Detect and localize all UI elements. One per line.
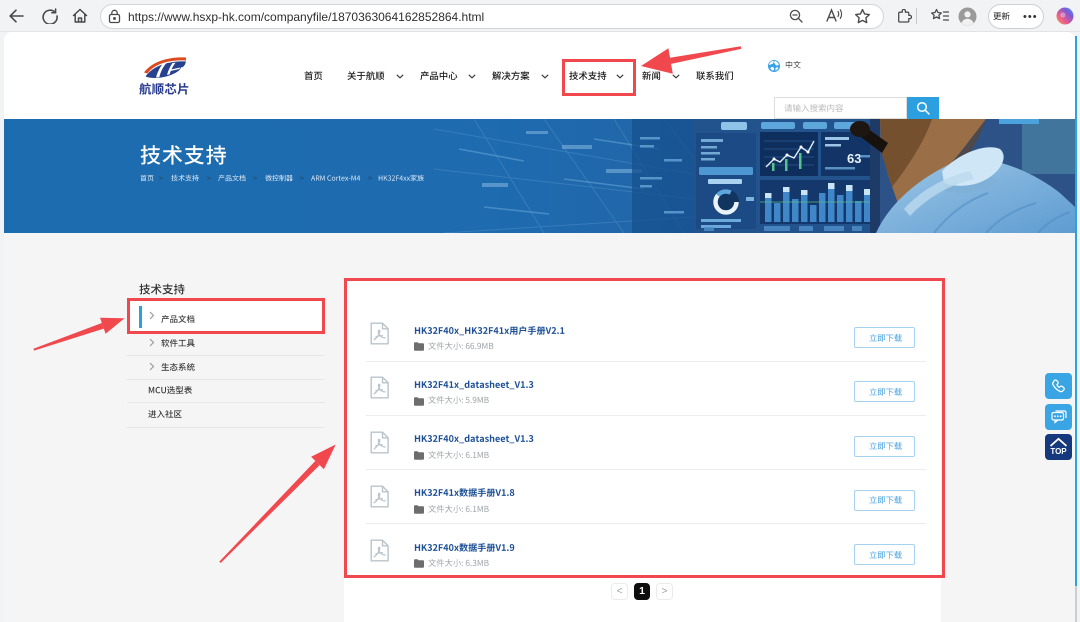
svg-text:63: 63 [847,151,861,166]
